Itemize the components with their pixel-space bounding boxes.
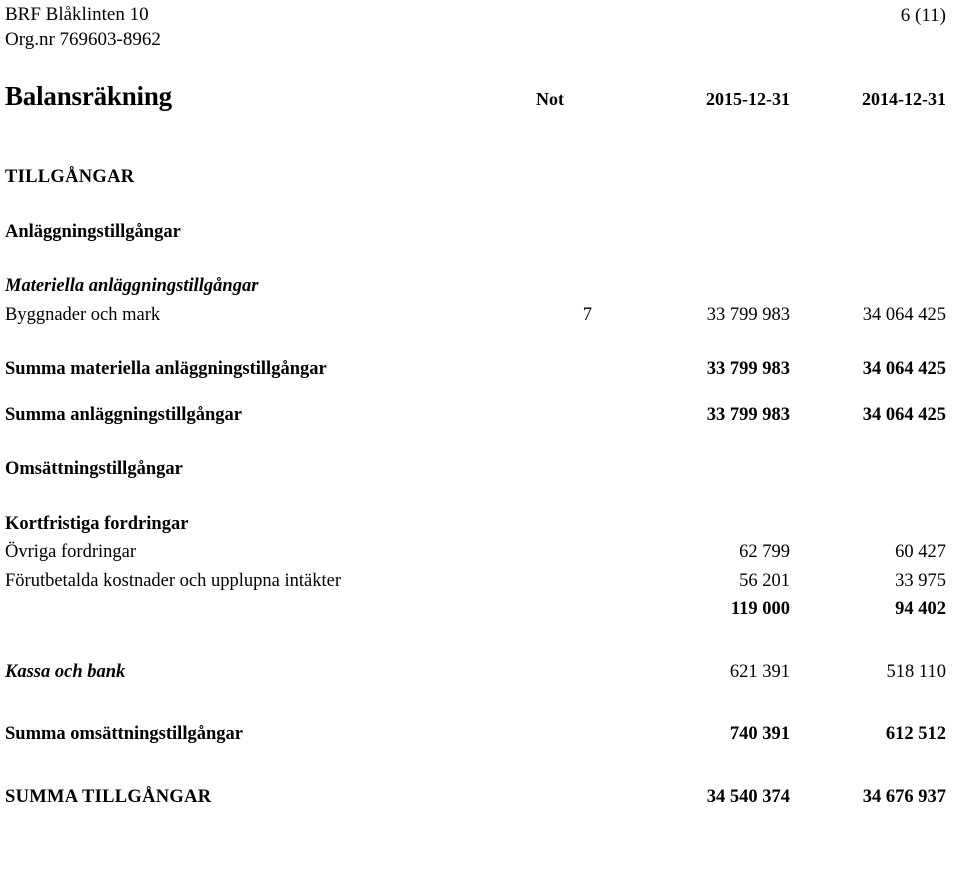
section-heading-current-assets-row: Omsättningstillgångar	[5, 460, 946, 479]
row-previous-prepaid-expenses: 33 975	[895, 570, 946, 591]
section-heading-tangible-assets: Materiella anläggningstillgångar	[5, 276, 259, 296]
column-header-note: Not	[536, 89, 564, 109]
row-current-prepaid-expenses: 56 201	[739, 570, 790, 591]
row-current-sum-tangible: 33 799 983	[706, 359, 790, 379]
table-row: Kassa och bank 621 391 518 110	[5, 661, 946, 682]
row-previous-cash-bank: 518 110	[886, 661, 946, 682]
table-row: Övriga fordringar 62 799 60 427	[5, 543, 946, 562]
page-number: 6 (11)	[900, 5, 946, 26]
row-current-total-assets: 34 540 374	[706, 786, 790, 807]
row-label-prepaid-expenses: Förutbetalda kostnader och upplupna intä…	[5, 570, 341, 591]
table-row: Summa omsättningstillgångar 740 391 612 …	[5, 725, 946, 744]
company-name: BRF Blåklinten 10	[5, 4, 149, 25]
row-previous-sum-receivables: 94 402	[895, 599, 946, 619]
section-heading-assets-row: TILLGÅNGAR	[5, 168, 946, 187]
row-label-cash-bank: Kassa och bank	[5, 661, 126, 682]
row-current-cash-bank: 621 391	[729, 661, 790, 682]
row-current-sum-fixed: 33 799 983	[706, 404, 790, 425]
section-heading-assets: TILLGÅNGAR	[5, 167, 135, 187]
row-label-other-receivables: Övriga fordringar	[5, 542, 136, 562]
row-note-buildings-land: 7	[582, 304, 592, 325]
table-row: Summa materiella anläggningstillgångar 3…	[5, 360, 946, 379]
row-previous-buildings-land: 34 064 425	[862, 304, 946, 325]
column-header-previous-period: 2014-12-31	[862, 89, 946, 109]
row-previous-total-assets: 34 676 937	[862, 786, 946, 807]
row-label-buildings-land: Byggnader och mark	[5, 304, 161, 325]
row-previous-sum-current-assets: 612 512	[885, 724, 946, 744]
row-previous-other-receivables: 60 427	[895, 542, 946, 562]
section-heading-fixed-assets: Anläggningstillgångar	[5, 221, 181, 242]
section-heading-current-assets: Omsättningstillgångar	[5, 459, 183, 479]
document-page: BRF Blåklinten 10 Org.nr 769603-8962 6 (…	[0, 0, 960, 872]
row-current-sum-current-assets: 740 391	[729, 724, 790, 744]
row-label-total-assets: SUMMA TILLGÅNGAR	[5, 786, 212, 807]
document-header: BRF Blåklinten 10 Org.nr 769603-8962 6 (…	[5, 2, 946, 52]
section-heading-fixed-assets-row: Anläggningstillgångar	[5, 221, 946, 242]
section-heading-receivables-row: Kortfristiga fordringar	[5, 513, 946, 534]
statement-title-row: Balansräkning Not 2015-12-31 2014-12-31	[5, 82, 946, 122]
row-label-sum-current-assets: Summa omsättningstillgångar	[5, 724, 243, 744]
table-row: SUMMA TILLGÅNGAR 34 540 374 34 676 937	[5, 786, 946, 807]
row-current-other-receivables: 62 799	[739, 542, 790, 562]
table-row: Summa anläggningstillgångar 33 799 983 3…	[5, 404, 946, 425]
section-heading-tangible-assets-row: Materiella anläggningstillgångar	[5, 277, 946, 296]
table-row: 119 000 94 402	[5, 600, 946, 619]
header-identity-block: BRF Blåklinten 10 Org.nr 769603-8962	[5, 2, 161, 52]
row-current-buildings-land: 33 799 983	[706, 304, 790, 325]
table-row: Förutbetalda kostnader och upplupna intä…	[5, 570, 946, 591]
row-previous-sum-tangible: 34 064 425	[862, 359, 946, 379]
section-heading-receivables: Kortfristiga fordringar	[5, 513, 189, 534]
balance-sheet-table: TILLGÅNGAR Anläggningstillgångar Materie…	[5, 168, 946, 806]
column-header-current-period: 2015-12-31	[706, 89, 790, 109]
row-label-sum-tangible: Summa materiella anläggningstillgångar	[5, 359, 327, 379]
row-previous-sum-fixed: 34 064 425	[862, 404, 946, 425]
table-row: Byggnader och mark 7 33 799 983 34 064 4…	[5, 304, 946, 325]
statement-title: Balansräkning	[5, 81, 172, 111]
row-current-sum-receivables: 119 000	[730, 599, 790, 619]
row-label-sum-fixed: Summa anläggningstillgångar	[5, 404, 242, 425]
organisation-number: Org.nr 769603-8962	[5, 29, 161, 51]
